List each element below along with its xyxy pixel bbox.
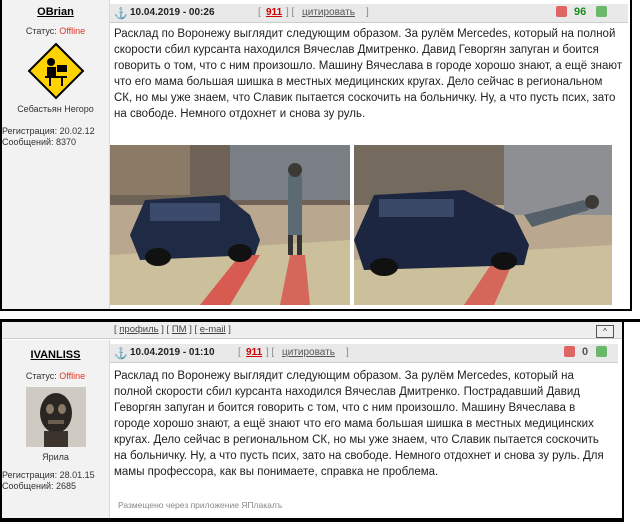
email-link[interactable]: e-mail — [200, 324, 226, 335]
username-link-2[interactable]: IVANLISS — [2, 349, 109, 361]
post-body-2: Расклад по Воронежу выглядит следующим о… — [114, 370, 604, 478]
reg-value-2: 28.01.15 — [59, 470, 95, 480]
post-body: Расклад по Воронежу выглядит следующим о… — [114, 28, 622, 120]
anchor-icon-2[interactable]: ⚓ — [114, 347, 128, 360]
reg-value: 20.02.12 — [59, 126, 95, 136]
warning-user-icon — [27, 42, 84, 100]
rating-value: 96 — [574, 6, 587, 18]
status-value-2: Offline — [59, 371, 86, 381]
quote-link[interactable]: цитировать — [302, 7, 355, 18]
user-sidebar: OBrian Статус: Offline Себастьян Негоро … — [2, 0, 110, 309]
reg-label: Регистрация: — [2, 126, 58, 136]
msgs-label: Сообщений: — [2, 137, 54, 147]
avatar-caption: Себастьян Негоро — [17, 104, 94, 114]
forum-post-2: [ профиль ] [ ПМ ] [ e-mail ] ^ IVANLISS… — [2, 322, 622, 518]
user-sidebar-2: IVANLISS Статус: Offline Ярила Регистрац… — [2, 340, 110, 518]
avatar-2[interactable] — [25, 387, 86, 447]
status-value: Offline — [59, 26, 86, 36]
photo-car-left[interactable] — [110, 145, 350, 305]
user-status-2: Статус: Offline — [2, 371, 109, 381]
user-info: Регистрация: 20.02.12 Сообщений: 8370 — [2, 126, 109, 148]
bracket-sep: ] [ — [286, 7, 295, 18]
bracket-close-2: ] — [346, 347, 349, 358]
bracket-open: [ — [258, 7, 261, 18]
status-label-2: Статус: — [25, 371, 57, 381]
post-date: 10.04.2019 - 00:26 — [130, 7, 215, 18]
post-date-2: 10.04.2019 - 01:10 — [130, 347, 215, 358]
reg-label-2: Регистрация: — [2, 470, 58, 480]
user-info-2: Регистрация: 28.01.15 Сообщений: 2685 — [2, 470, 109, 492]
car-photo-left-image — [110, 145, 350, 305]
bracket-open-2: [ — [238, 347, 241, 358]
post-header-2: ⚓ 10.04.2019 - 01:10 [ 911 ] [ цитироват… — [110, 344, 618, 363]
idol-avatar-icon — [25, 387, 86, 447]
anchor-icon[interactable]: ⚓ — [114, 7, 128, 20]
profile-links-bar: [ профиль ] [ ПМ ] [ e-mail ] ^ — [2, 322, 622, 339]
pm-link[interactable]: ПМ — [172, 324, 187, 335]
posted-via-note[interactable]: Размещено через приложение ЯПлакалъ — [118, 500, 282, 510]
username-link[interactable]: OBrian — [2, 6, 109, 18]
rate-down-icon[interactable] — [556, 6, 567, 17]
msgs-value-2: 2685 — [56, 481, 77, 491]
bracket-sep-2: ] [ — [266, 347, 275, 358]
profile-links: [ профиль ] [ ПМ ] [ e-mail ] — [114, 324, 231, 335]
post-number-link[interactable]: 911 — [266, 7, 282, 18]
forum-post-1: OBrian Статус: Offline Себастьян Негоро … — [2, 0, 630, 309]
msgs-value: 8370 — [56, 137, 77, 147]
quote-link-2[interactable]: цитировать — [282, 347, 335, 358]
photo-car-right[interactable] — [354, 145, 612, 305]
rate-up-icon[interactable] — [596, 6, 607, 17]
rating-value-2: 0 — [582, 346, 589, 358]
user-status: Статус: Offline — [2, 26, 109, 36]
msgs-label-2: Сообщений: — [2, 481, 54, 491]
profile-link[interactable]: профиль — [119, 324, 158, 335]
status-label: Статус: — [25, 26, 57, 36]
post-number-link-2[interactable]: 911 — [246, 347, 262, 358]
post-header: ⚓ 10.04.2019 - 00:26 [ 911 ] [ цитироват… — [110, 4, 628, 23]
bracket-close: ] — [366, 7, 369, 18]
rate-up-icon-2[interactable] — [596, 346, 607, 357]
bottom-bar — [0, 518, 624, 522]
avatar[interactable] — [27, 42, 85, 100]
avatar-caption-2: Ярила — [42, 452, 69, 462]
car-photo-right-image — [354, 145, 612, 305]
scroll-up-button[interactable]: ^ — [596, 325, 614, 338]
rate-down-icon-2[interactable] — [564, 346, 575, 357]
